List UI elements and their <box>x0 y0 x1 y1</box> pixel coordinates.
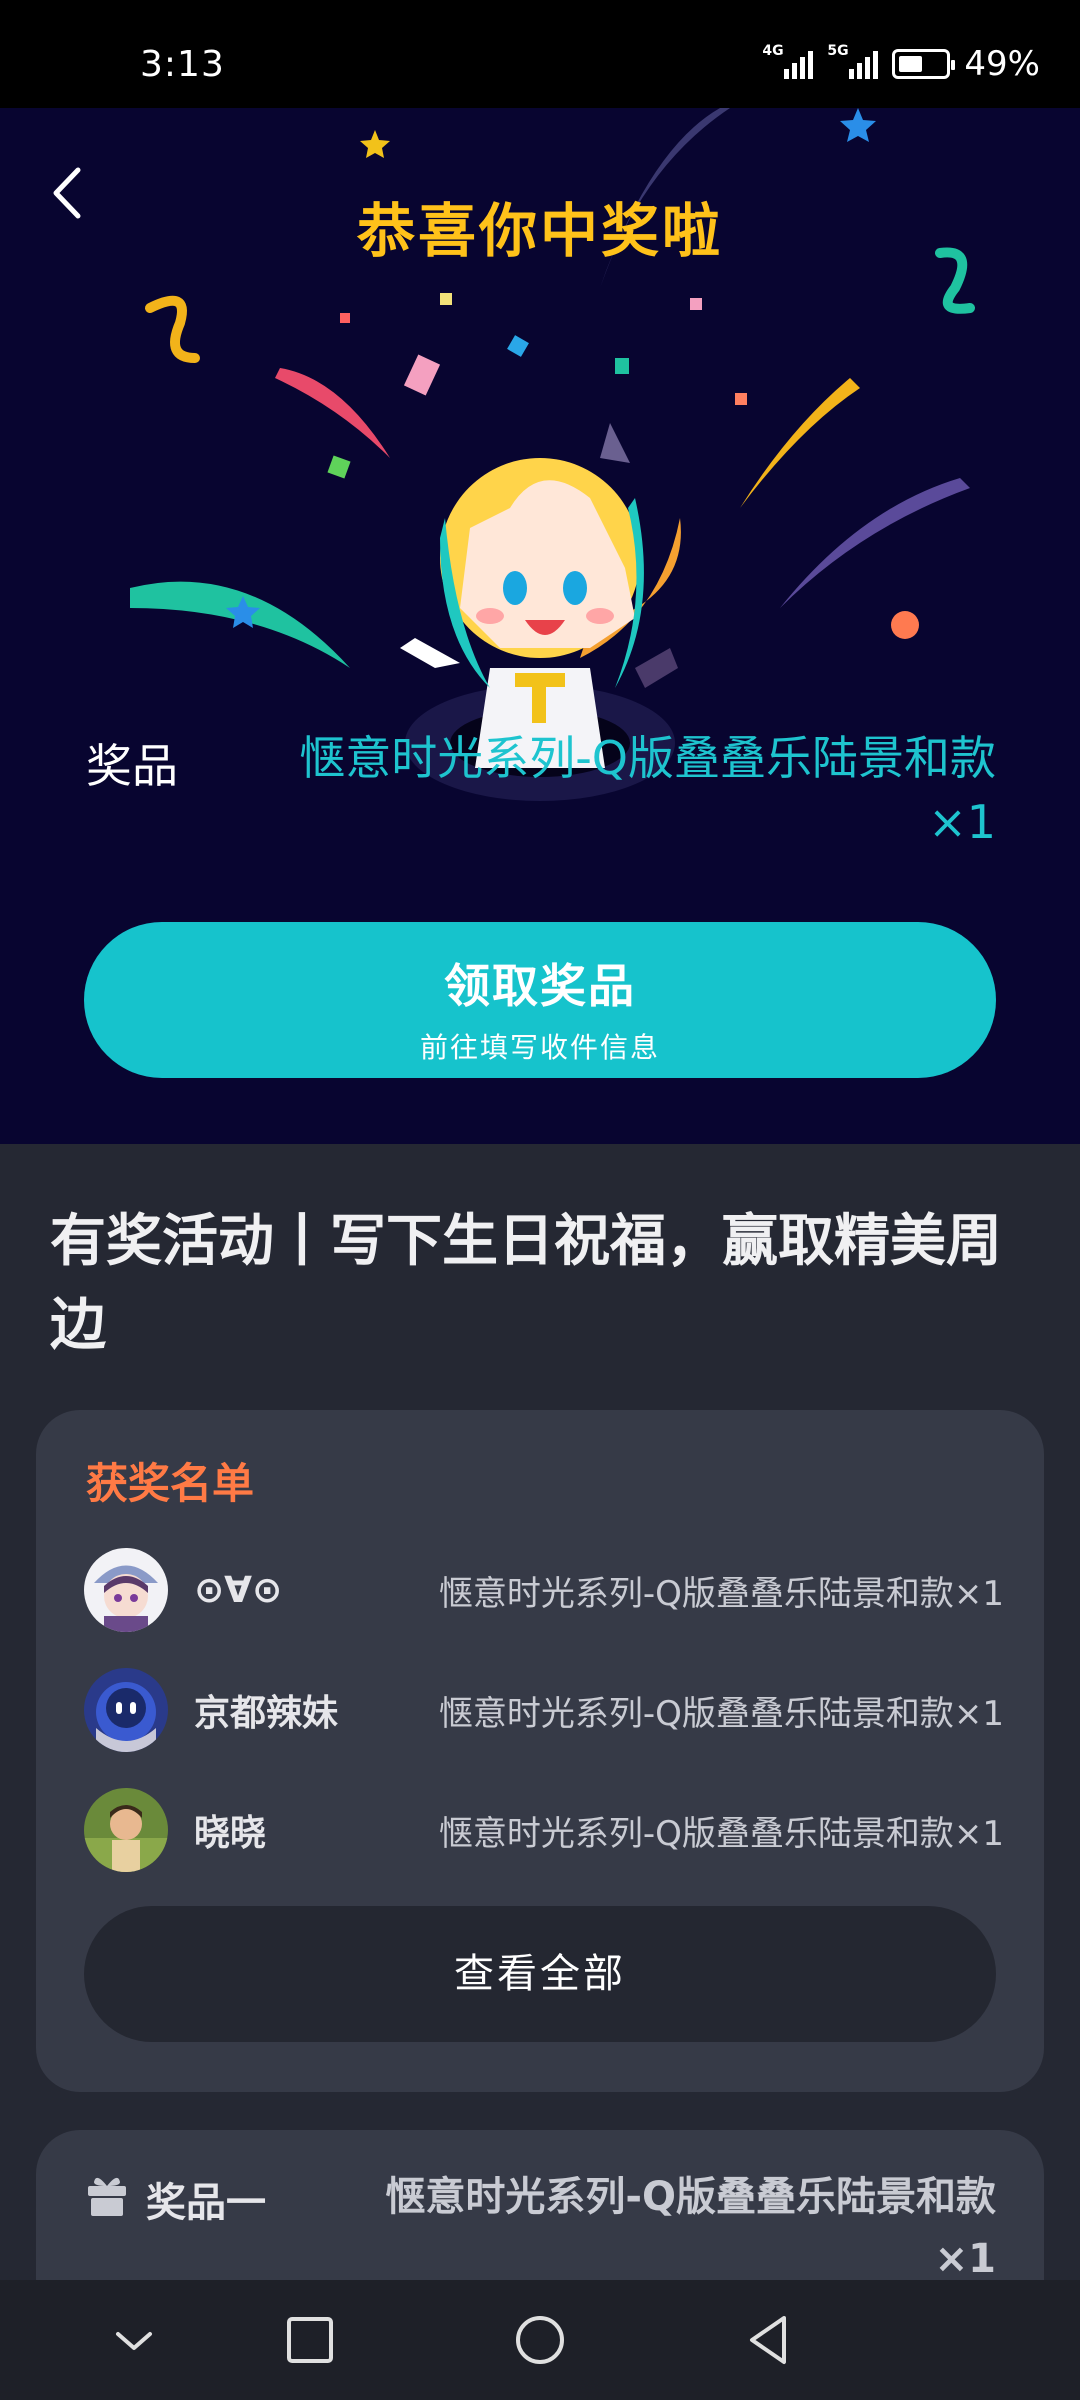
status-bar: 3:13 4G 5G 49% <box>0 0 1080 108</box>
winner-prize: 惬意时光系列-Q版叠叠乐陆景和款×1 <box>438 1573 1004 1614</box>
avatar <box>84 1548 168 1632</box>
avatar <box>84 1788 168 1872</box>
claim-prize-button[interactable]: 领取奖品 前往填写收件信息 <box>84 922 996 1078</box>
winner-row[interactable]: ⊙∀⊙ 惬意时光系列-Q版叠叠乐陆景和款×1 <box>84 1548 1004 1632</box>
prize-label: 奖品 <box>86 739 178 793</box>
winner-name: 京都辣妹 <box>194 1693 339 1734</box>
nav-hide-button[interactable] <box>104 2310 164 2370</box>
winners-title: 获奖名单 <box>86 1459 255 1508</box>
winner-prize: 惬意时光系列-Q版叠叠乐陆景和款×1 <box>438 1813 1004 1854</box>
winner-row[interactable]: 晓晓 惬意时光系列-Q版叠叠乐陆景和款×1 <box>84 1788 1004 1872</box>
signal-4g-icon: 4G <box>762 43 814 79</box>
square-icon <box>287 2317 333 2363</box>
avatar <box>84 1668 168 1752</box>
claim-button-label: 领取奖品 <box>444 959 636 1013</box>
hero-title: 恭喜你中奖啦 <box>356 197 723 265</box>
system-nav-bar <box>0 2280 1080 2400</box>
winners-card: 获奖名单 ⊙∀⊙ 惬意时光系列-Q版叠叠乐陆景和款×1 京都辣妹 惬意时光系列-… <box>36 1410 1044 2092</box>
prize-name: 惬意时光系列-Q版叠叠乐陆景和款 ×1 <box>270 726 996 854</box>
status-indicators: 4G 5G 49% <box>762 43 1040 84</box>
winner-name: ⊙∀⊙ <box>194 1569 283 1611</box>
claim-button-sublabel: 前往填写收件信息 <box>419 1031 660 1064</box>
winner-name: 晓晓 <box>194 1813 267 1854</box>
triangle-back-icon <box>750 2316 786 2364</box>
prize-item-label: 奖品一 <box>146 2180 266 2226</box>
prize-hero: 恭喜你中奖啦 奖品 惬意时光系列-Q版叠叠乐陆景和款 ×1 领取奖品 前往填写收… <box>0 108 1080 1144</box>
winner-prize: 惬意时光系列-Q版叠叠乐陆景和款×1 <box>438 1693 1004 1734</box>
chevron-down-icon <box>116 2332 152 2350</box>
nav-back-button[interactable] <box>740 2310 800 2370</box>
nav-recents-button[interactable] <box>280 2310 340 2370</box>
prize-name-text: 惬意时光系列-Q版叠叠乐陆景和款 <box>299 731 996 785</box>
circle-icon <box>516 2316 564 2364</box>
signal-5g-icon: 5G <box>827 43 879 79</box>
battery-percent: 49% <box>964 44 1040 84</box>
battery-icon <box>892 49 956 79</box>
activity-title: 有奖活动丨写下生日祝福，赢取精美周边 <box>50 1209 1002 1358</box>
winner-row[interactable]: 京都辣妹 惬意时光系列-Q版叠叠乐陆景和款×1 <box>84 1668 1004 1752</box>
view-all-button[interactable]: 查看全部 <box>84 1906 996 2042</box>
prize-quantity: ×1 <box>928 795 996 849</box>
gift-icon <box>88 2177 126 2216</box>
nav-home-button[interactable] <box>510 2310 570 2370</box>
prize-item-name: 惬意时光系列-Q版叠叠乐陆景和款×1 <box>385 2174 996 2282</box>
status-time: 3:13 <box>140 44 225 85</box>
